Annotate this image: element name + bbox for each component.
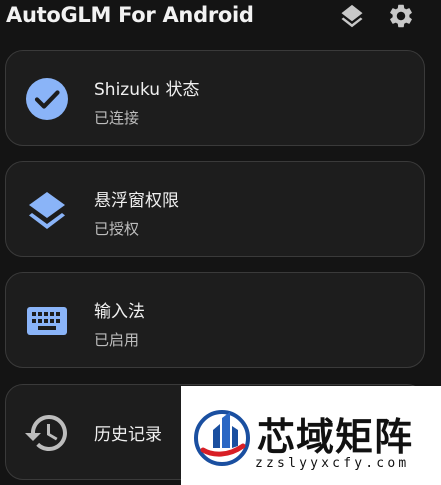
overlay-permission-title: 悬浮窗权限 [94,191,179,211]
shizuku-status-value: 已连接 [94,109,140,127]
history-icon [23,409,71,457]
watermark-logo-icon [193,406,251,468]
overlay-permission-card[interactable]: 悬浮窗权限 已授权 [5,161,425,257]
shizuku-status-title: Shizuku 状态 [94,80,200,100]
input-method-title: 输入法 [94,302,145,322]
top-app-bar: AutoGLM For Android [0,0,441,38]
input-method-status: 已启用 [94,331,140,349]
history-title: 历史记录 [94,425,162,445]
check-circle-icon [23,75,71,123]
keyboard-icon [23,297,71,345]
app-title: AutoGLM For Android [6,3,254,27]
watermark-badge: 芯域矩阵 zzslyyxcfy.com [181,386,441,485]
watermark-domain: zzslyyxcfy.com [255,456,410,471]
layers-icon [23,186,71,234]
input-method-card[interactable]: 输入法 已启用 [5,272,425,368]
shizuku-status-card[interactable]: Shizuku 状态 已连接 [5,50,425,146]
settings-gear-icon[interactable] [387,2,415,30]
watermark-title: 芯域矩阵 [257,415,414,459]
overlay-permission-status: 已授权 [94,220,140,238]
layers-icon[interactable] [338,2,366,30]
